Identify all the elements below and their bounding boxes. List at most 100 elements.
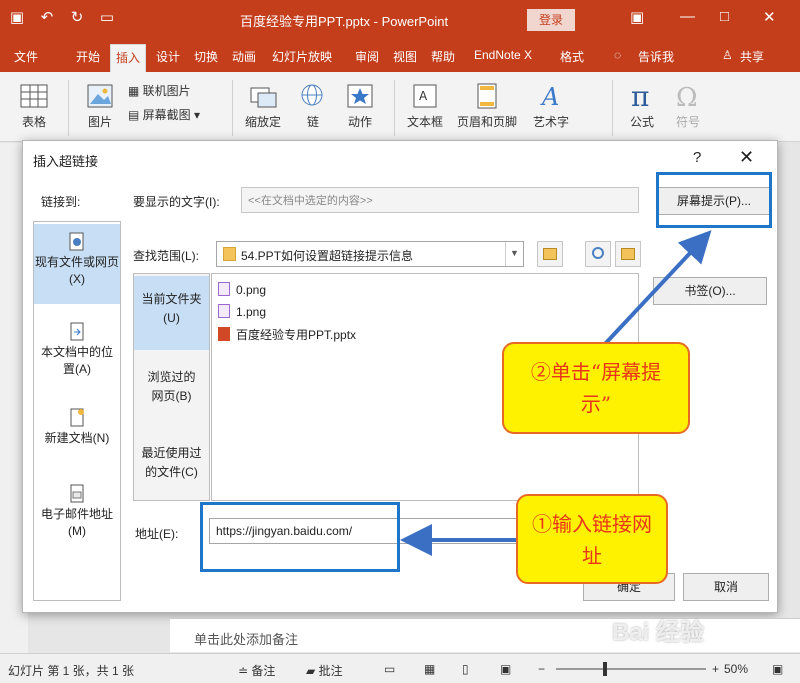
tab-design[interactable]: 设计 — [156, 48, 180, 65]
notes-icon: ≐ — [238, 664, 252, 678]
display-text-field[interactable]: <<在文档中选定的内容>> — [241, 187, 639, 213]
globe-link-icon — [301, 84, 323, 106]
tab-endnote[interactable]: EndNote X — [474, 48, 532, 62]
tell-me-label[interactable]: 告诉我 — [638, 48, 674, 65]
symbol-label: 符号 — [675, 115, 700, 129]
notes-label: 备注 — [251, 664, 276, 678]
dialog-title: 插入超链接 — [33, 154, 99, 169]
slide-counter: 幻灯片 第 1 张，共 1 张 — [8, 664, 135, 678]
tab-file[interactable]: 文件 — [14, 48, 38, 65]
link-to-new-label: 新建文档(N) — [44, 431, 110, 445]
action-button[interactable]: 动作 — [340, 82, 380, 130]
share-button[interactable]: 共享 — [740, 48, 764, 65]
link-to-email-address[interactable]: 电子邮件地址(M) — [34, 484, 120, 554]
tab-insert[interactable]: 插入 — [110, 44, 147, 72]
zoom-slider[interactable] — [556, 668, 706, 670]
browse-file-button[interactable] — [585, 241, 611, 267]
display-text-label: 要显示的文字(I): — [133, 195, 220, 209]
picture-button[interactable]: 图片 — [80, 82, 120, 130]
file-item[interactable]: 0.png — [218, 282, 266, 297]
svg-text:π: π — [631, 82, 649, 110]
link-button[interactable]: 链 — [296, 82, 330, 130]
tab-view[interactable]: 视图 — [393, 48, 417, 65]
png-file-icon — [218, 282, 230, 296]
tab-help[interactable]: 帮助 — [431, 48, 455, 65]
notes-toggle[interactable]: ≐ 备注 — [238, 662, 275, 679]
symbol-button[interactable]: Ω 符号 — [668, 82, 708, 130]
ribbon-display-icon[interactable]: ▣ — [630, 8, 644, 26]
ribbon: 表格 图片 ▦ 联机图片 ▤ 屏幕截图 ▾ 缩放定 链 动作 A 文本框 页眉和… — [0, 72, 800, 142]
header-footer-label: 页眉和页脚 — [456, 115, 517, 129]
svg-text:A: A — [540, 83, 559, 110]
undo-icon[interactable]: ↶ — [38, 8, 56, 26]
folder-icon — [223, 247, 236, 261]
bookmark-button[interactable]: 书签(O)... — [653, 277, 767, 305]
open-folder-icon — [621, 248, 635, 260]
link-to-existing-label: 现有文件或网页(X) — [34, 255, 119, 286]
file-name: 1.png — [236, 305, 267, 319]
screen-tip-highlight — [656, 172, 772, 228]
svg-text:Ω: Ω — [676, 83, 698, 110]
fit-to-window-icon[interactable]: ▣ — [772, 662, 783, 676]
minimize-icon[interactable]: — — [680, 8, 695, 25]
browsed-pages-item[interactable]: 浏览过的网页(B) — [134, 362, 209, 422]
file-name: 百度经验专用PPT.pptx — [236, 328, 357, 342]
tab-slideshow[interactable]: 幻灯片放映 — [272, 48, 332, 65]
pi-icon: π — [631, 82, 649, 110]
zoom-percent[interactable]: 50% — [724, 662, 748, 676]
close-icon[interactable]: ✕ — [739, 147, 754, 168]
link-to-new-document[interactable]: 新建文档(N) — [34, 408, 120, 458]
save-icon[interactable]: ▣ — [8, 8, 26, 26]
online-picture-icon: ▦ — [128, 84, 143, 98]
open-folder-button[interactable] — [615, 241, 641, 267]
tab-animations[interactable]: 动画 — [232, 48, 256, 65]
link-to-existing-file[interactable]: 现有文件或网页(X) — [34, 224, 120, 304]
notes-pane[interactable]: 单击此处添加备注 — [170, 618, 800, 652]
equation-button[interactable]: π 公式 — [622, 82, 662, 130]
browse-web-button[interactable] — [537, 241, 563, 267]
zoom-button[interactable]: 缩放定 — [240, 82, 286, 130]
current-folder-item[interactable]: 当前文件夹(U) — [134, 276, 209, 350]
online-picture-button[interactable]: ▦ 联机图片 — [128, 82, 191, 99]
look-in-panel: 当前文件夹(U) 浏览过的网页(B) 最近使用过的文件(C) — [133, 273, 210, 501]
cancel-button[interactable]: 取消 — [683, 573, 769, 601]
link-to-place-in-document[interactable]: 本文档中的位置(A) — [34, 318, 120, 384]
normal-view-icon[interactable]: ▭ — [384, 662, 395, 676]
tab-format[interactable]: 格式 — [560, 48, 584, 65]
zoom-out-icon[interactable]: − — [538, 662, 545, 676]
file-item[interactable]: 1.png — [218, 304, 266, 319]
table-button[interactable]: 表格 — [14, 82, 54, 130]
screenshot-button[interactable]: ▤ 屏幕截图 ▾ — [128, 106, 200, 123]
screenshot-label: 屏幕截图 — [142, 108, 191, 122]
close-window-icon[interactable]: ✕ — [763, 8, 776, 26]
wordart-button[interactable]: A 艺术字 — [528, 82, 574, 130]
header-footer-button[interactable]: 页眉和页脚 — [452, 82, 522, 130]
maximize-icon[interactable]: □ — [720, 8, 729, 25]
look-in-dropdown[interactable]: 54.PPT如何设置超链接提示信息 ▼ — [216, 241, 524, 267]
tab-review[interactable]: 审阅 — [355, 48, 379, 65]
status-bar: 幻灯片 第 1 张，共 1 张 ≐ 备注 ▰ 批注 ▭ ▦ ▯ ▣ − + 50… — [0, 653, 800, 683]
comments-toggle[interactable]: ▰ 批注 — [306, 662, 343, 679]
email-icon — [70, 484, 84, 503]
screenshot-icon: ▤ — [128, 108, 143, 122]
wordart-icon: A — [540, 83, 559, 110]
slideshow-view-icon[interactable]: ▣ — [500, 662, 511, 676]
textbox-button[interactable]: A 文本框 — [402, 82, 448, 130]
ribbon-separator — [612, 80, 613, 136]
reading-view-icon[interactable]: ▯ — [462, 662, 469, 676]
tab-home[interactable]: 开始 — [76, 48, 100, 65]
chevron-down-icon[interactable]: ▼ — [505, 242, 523, 266]
redo-icon[interactable]: ↻ — [68, 8, 86, 26]
login-button[interactable]: 登录 — [527, 9, 575, 31]
file-item[interactable]: 百度经验专用PPT.pptx — [218, 326, 356, 343]
zoom-in-icon[interactable]: + — [712, 662, 719, 676]
help-button[interactable]: ? — [693, 149, 701, 166]
omega-icon: Ω — [676, 83, 698, 110]
recent-files-item[interactable]: 最近使用过的文件(C) — [134, 438, 209, 498]
slide-sorter-icon[interactable]: ▦ — [424, 662, 435, 676]
tab-transitions[interactable]: 切换 — [194, 48, 218, 65]
equation-label: 公式 — [629, 115, 654, 129]
picture-label: 图片 — [87, 115, 112, 129]
zoom-slider-thumb[interactable] — [603, 662, 607, 676]
start-slideshow-icon[interactable]: ▭ — [98, 8, 116, 26]
